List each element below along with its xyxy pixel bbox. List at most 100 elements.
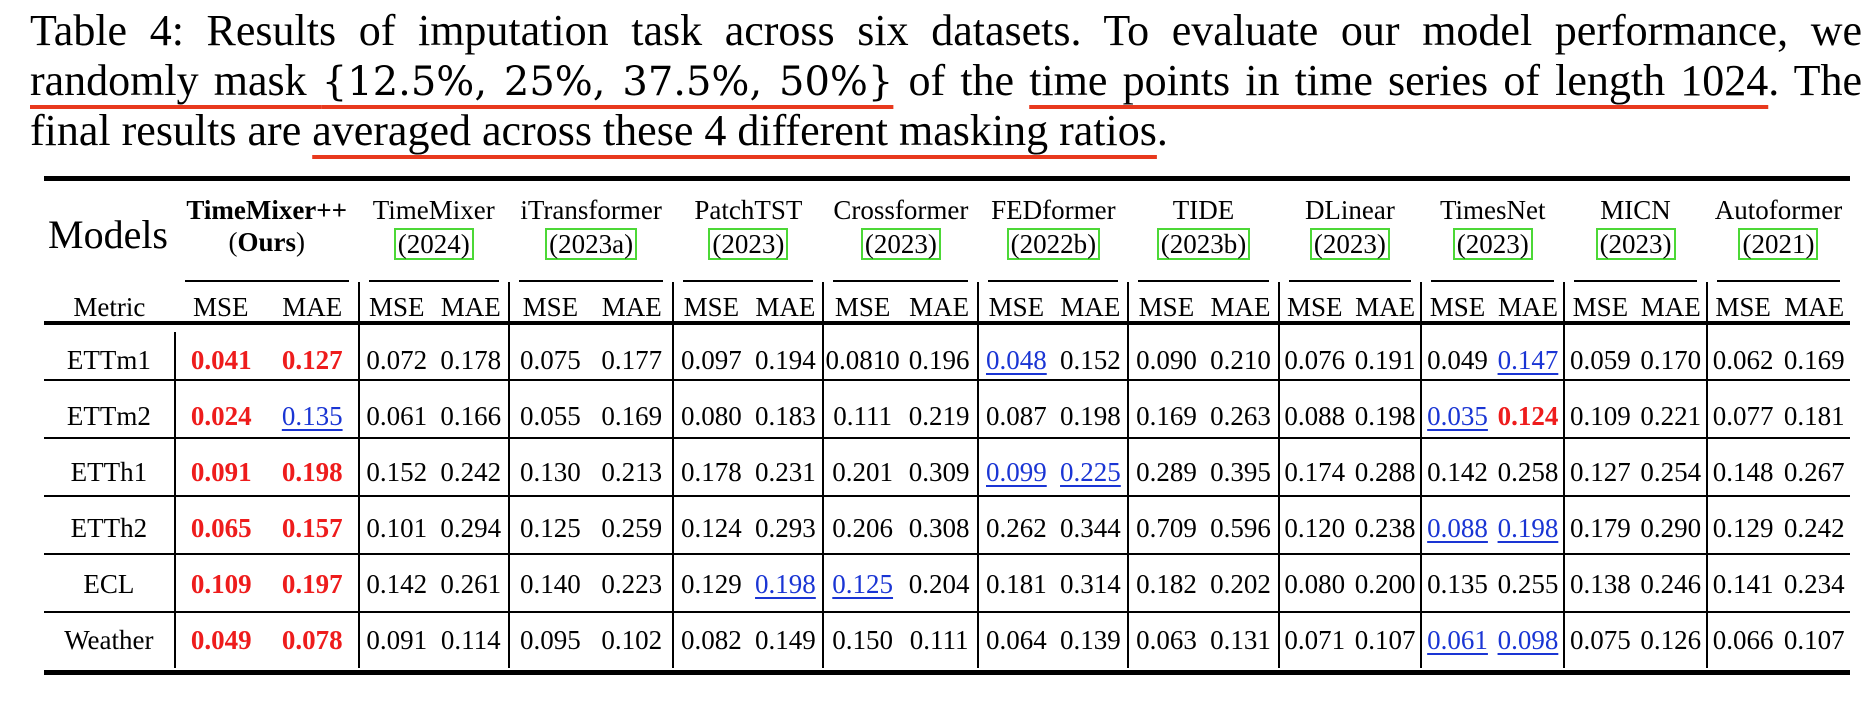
table-cell: 0.259 <box>591 500 673 556</box>
cell-value: 0.263 <box>1210 400 1271 431</box>
citation-link[interactable]: (2023b) <box>1156 228 1251 260</box>
table-cell: 0.148 <box>1705 444 1779 500</box>
citation-link[interactable]: (2023) <box>1452 228 1533 260</box>
cell-value: 0.0810 <box>825 344 900 375</box>
model-name: iTransformer <box>520 195 662 225</box>
second-best-value: 0.198 <box>1497 512 1559 543</box>
table-row: ETTh1 0.091 0.198 0.152 0.242 0.130 0.213 0.178… <box>44 444 1850 500</box>
citation-link[interactable]: (2023a) <box>545 228 638 260</box>
caption-line-1: Table 4: Results of imputation task acro… <box>30 6 1862 55</box>
metric-mse-header: MSE <box>977 282 1054 332</box>
model-name: PatchTST <box>694 195 803 225</box>
table-cell: 0.238 <box>1350 500 1421 556</box>
second-best-value: 0.088 <box>1427 512 1488 543</box>
metric-mae-header: MAE <box>601 291 662 322</box>
table-cell: 0.314 <box>1053 556 1128 612</box>
table-cell: 0.219 <box>901 388 978 444</box>
model-name: DLinear <box>1304 195 1395 225</box>
dataset-label: ETTm1 <box>66 344 151 375</box>
second-best-value: 0.061 <box>1427 624 1488 655</box>
cell-value: 0.059 <box>1569 344 1631 375</box>
cell-value: 0.062 <box>1712 344 1774 375</box>
cell-value: 0.063 <box>1136 624 1197 655</box>
cell-value: 0.258 <box>1497 456 1559 487</box>
table-top-rule <box>44 176 1850 181</box>
cell-value: 0.102 <box>601 624 663 655</box>
citation-link[interactable]: (2022b) <box>1006 228 1101 260</box>
table-cell: 0.107 <box>1350 612 1421 668</box>
table-cell: 0.142 <box>357 556 434 612</box>
citation-link[interactable]: (2023) <box>1309 228 1390 260</box>
model-header-itransformer: iTransformer (2023a) <box>509 186 674 282</box>
table-cell: 0.064 <box>977 612 1054 668</box>
table-cell: 0.072 <box>357 332 434 388</box>
table-cell: 0.109 <box>173 556 267 612</box>
metric-mse-header: MSE <box>1705 282 1779 332</box>
cell-value: 0.107 <box>1783 624 1845 655</box>
table-cell: 0.098 <box>1493 612 1564 668</box>
table-cell: 0.196 <box>901 332 978 388</box>
table-cell: 0.596 <box>1203 500 1278 556</box>
table-cell: 0.308 <box>901 500 978 556</box>
table-cell: 0.111 <box>901 612 978 668</box>
caption-line-2: randomly mask {12.5%, 25%, 37.5%, 50%} o… <box>30 56 1863 105</box>
table-cell: 0.242 <box>1778 500 1850 556</box>
table-cell: 0.149 <box>748 612 823 668</box>
cell-value: 0.238 <box>1354 512 1416 543</box>
cell-value: 0.178 <box>440 344 502 375</box>
table-cell: 0.246 <box>1636 556 1707 612</box>
best-value: 0.157 <box>281 512 343 543</box>
table-cell: 0.139 <box>1053 612 1128 668</box>
table-cell: 0.198 <box>267 444 359 500</box>
table-cell: 0.174 <box>1277 444 1350 500</box>
table-cell: 0.169 <box>1778 332 1850 388</box>
table-cell: 0.231 <box>748 444 823 500</box>
cell-value: 0.206 <box>832 512 894 543</box>
metric-mae-header: MAE <box>1060 291 1121 322</box>
table-cell: 0.255 <box>1493 556 1564 612</box>
models-label: Models <box>48 211 168 257</box>
cell-value: 0.219 <box>908 400 970 431</box>
table-cell: 0.078 <box>267 612 359 668</box>
cell-value: 0.090 <box>1136 344 1197 375</box>
cell-value: 0.246 <box>1640 568 1702 599</box>
citation-link[interactable]: (2023) <box>1595 228 1676 260</box>
table-bottom-rule <box>44 670 1850 675</box>
table-cell: 0.294 <box>434 500 509 556</box>
mask-ratios-math: {12.5%, 25%, 37.5%, 50%} <box>321 59 894 105</box>
cell-value: 0.135 <box>1427 568 1488 599</box>
cell-value: 0.077 <box>1712 400 1774 431</box>
citation-link[interactable]: (2023) <box>860 228 941 260</box>
table-cell: 0.107 <box>1778 612 1850 668</box>
table-cell: 0.263 <box>1203 388 1278 444</box>
cell-value: 0.080 <box>1284 568 1346 599</box>
citation-link[interactable]: (2023) <box>708 228 789 260</box>
dataset-label: ETTh2 <box>70 512 148 543</box>
cell-value: 0.178 <box>681 456 742 487</box>
table-cell: 0.135 <box>1420 556 1493 612</box>
highlight-averaged: averaged across these 4 different maskin… <box>312 106 1157 155</box>
table-cell: 0.059 <box>1563 332 1636 388</box>
table-cell: 0.267 <box>1778 444 1850 500</box>
table-cell: 0.091 <box>173 444 267 500</box>
citation-link[interactable]: (2024) <box>393 228 474 260</box>
table-cell: 0.088 <box>1277 388 1350 444</box>
cell-value: 0.395 <box>1210 456 1271 487</box>
table-cell: 0.141 <box>1705 556 1779 612</box>
table-cell: 0.198 <box>1053 388 1128 444</box>
cell-value: 0.309 <box>908 456 970 487</box>
cell-value: 0.204 <box>908 568 970 599</box>
cell-value: 0.072 <box>366 344 428 375</box>
table-cell: 0.221 <box>1636 388 1707 444</box>
best-value: 0.049 <box>190 624 252 655</box>
table-row: ETTh2 0.065 0.157 0.101 0.294 0.125 0.259 0.124… <box>44 500 1850 556</box>
cell-value: 0.221 <box>1640 400 1702 431</box>
best-value: 0.124 <box>1497 400 1559 431</box>
table-cell: 0.200 <box>1350 556 1421 612</box>
cell-value: 0.261 <box>440 568 502 599</box>
table-cell: 0.225 <box>1053 444 1128 500</box>
table-cell: 0.035 <box>1420 388 1493 444</box>
cell-value: 0.097 <box>681 344 742 375</box>
citation-link[interactable]: (2021) <box>1738 228 1819 260</box>
cell-value: 0.139 <box>1060 624 1121 655</box>
